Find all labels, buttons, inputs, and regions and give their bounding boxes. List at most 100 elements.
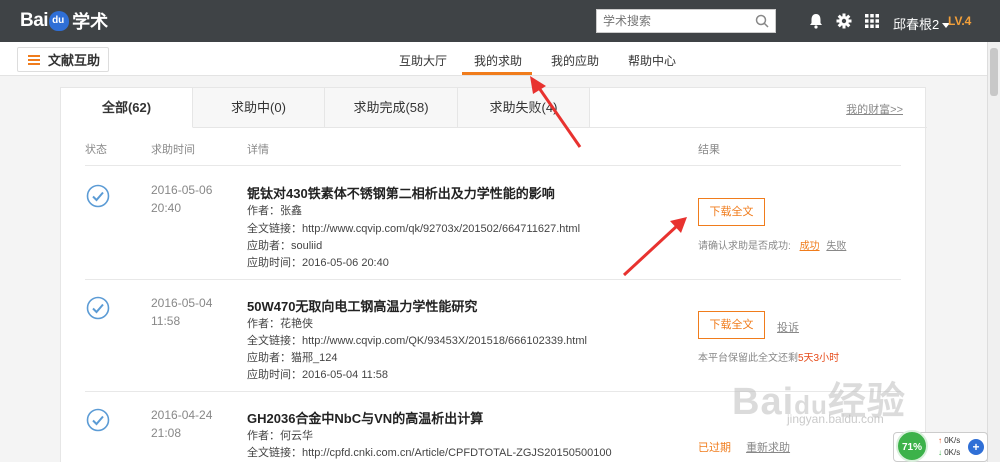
expired-label: 已过期 [698,442,731,454]
my-wealth-link[interactable]: 我的财富>> [846,101,903,117]
menu-icon [28,53,40,67]
request-clock: 21:08 [151,426,182,440]
author-label: 作者： [247,318,280,330]
download-fulltext-button[interactable]: 下载全文 [698,311,765,339]
respond-time-value: 2016-05-06 20:40 [302,257,389,269]
logo-text-bai: Bai [20,10,49,31]
confirm-text: 请确认求助是否成功: [698,241,791,252]
respond-time-line: 应助时间：2016-05-06 20:40 [247,254,389,270]
author-line: 作者：花艳侠 [247,315,313,331]
network-monitor-widget[interactable]: 71% ↑ 0K/s ↓ 0K/s + [893,430,988,462]
tab-all[interactable]: 全部(62) [61,88,193,128]
request-time: 2016-04-24 21:08 [151,406,212,442]
search-input[interactable] [597,10,747,32]
status-tabs: 全部(62) 求助中(0) 求助完成(58) 求助失败(4) 我的财富>> [61,88,927,128]
link-value[interactable]: http://www.cqvip.com/qk/92703x/201502/66… [302,223,580,235]
request-time: 2016-05-04 11:58 [151,294,212,330]
link-value[interactable]: http://cpfd.cnki.com.cn/Article/CPFDTOTA… [302,447,612,459]
username-text: 邱春根2 [893,17,940,32]
request-date: 2016-05-06 [151,183,213,197]
author-line: 作者：张鑫 [247,202,302,218]
link-line: 全文链接：http://www.cqvip.com/QK/93453X/2015… [247,332,587,348]
respond-time-label: 应助时间： [247,257,302,269]
check-circle-icon [86,184,110,208]
re-request-link[interactable]: 重新求助 [746,442,790,454]
search-box [596,9,776,33]
link-label: 全文链接： [247,335,302,347]
responder-label: 应助者： [247,240,291,252]
tab-failed[interactable]: 求助失败(4) [458,88,590,128]
download-fulltext-button[interactable]: 下载全文 [698,198,765,226]
level-badge: LV.4 [948,14,972,28]
responder-value: souliid [291,240,323,252]
paper-title[interactable]: 铌钛对430铁素体不锈钢第二相析出及力学性能的影响 [247,183,555,202]
grid-icon[interactable] [863,12,881,30]
memory-percent: 71% [896,430,928,462]
link-line: 全文链接：http://www.cqvip.com/qk/92703x/2015… [247,220,580,236]
upload-speed: ↑ 0K/s [938,436,961,445]
author-value: 张鑫 [280,205,302,217]
responder-line: 应助者：猫郉_124 [247,349,337,365]
request-clock: 20:40 [151,201,182,215]
paper-title[interactable]: GH2036合金中NbC与VN的高温析出计算 [247,408,483,427]
sub-nav: 文献互助 互助大厅 我的求助 我的应助 帮助中心 [0,42,987,76]
watermark-url: jingyan.baidu.com [787,412,884,426]
link-label: 全文链接： [247,447,302,459]
responder-value: 猫郉_124 [291,352,338,364]
column-detail: 详情 [247,144,269,156]
nav-my-requests[interactable]: 我的求助 [474,52,522,69]
link-label: 全文链接： [247,223,302,235]
request-date: 2016-05-04 [151,296,213,310]
nav-help-hall[interactable]: 互助大厅 [399,52,447,69]
menu-label: 文献互助 [48,53,101,68]
literature-help-menu-button[interactable]: 文献互助 [17,47,109,72]
bell-icon[interactable] [807,12,825,30]
tab-in-progress[interactable]: 求助中(0) [193,88,325,128]
author-label: 作者： [247,430,280,442]
watermark-bai: Bai [732,381,795,423]
respond-time-line: 应助时间：2016-05-04 11:58 [247,366,388,382]
column-status: 状态 [85,144,107,156]
header-divider [85,165,901,166]
column-time: 求助时间 [151,144,195,156]
request-date: 2016-04-24 [151,408,213,422]
responder-label: 应助者： [247,352,291,364]
author-label: 作者： [247,205,280,217]
user-menu[interactable]: 邱春根2 [893,14,951,33]
respond-time-label: 应助时间： [247,369,302,381]
request-time: 2016-05-06 20:40 [151,181,212,217]
complain-link[interactable]: 投诉 [777,319,799,335]
paper-title[interactable]: 50W470无取向电工钢高温力学性能研究 [247,296,477,315]
upload-value: 0K/s [944,436,961,445]
nav-my-responses[interactable]: 我的应助 [551,52,599,69]
author-value: 花艳侠 [280,318,313,330]
respond-time-value: 2016-05-04 11:58 [302,369,389,381]
retention-text: 本平台保留此全文还剩 [698,353,798,364]
check-circle-icon [86,408,110,432]
responder-line: 应助者：souliid [247,237,322,253]
row-divider [85,279,901,280]
request-clock: 11:58 [151,314,181,328]
nav-help-center[interactable]: 帮助中心 [628,52,676,69]
tab-completed[interactable]: 求助完成(58) [325,88,458,128]
confirm-note: 请确认求助是否成功: 成功 失败 [698,237,846,252]
scrollbar-thumb[interactable] [990,48,998,96]
baidu-xueshu-logo[interactable]: Bai 学术 [20,9,108,33]
link-value[interactable]: http://www.cqvip.com/QK/93453X/201518/66… [302,335,587,347]
baidu-paw-icon [49,11,70,31]
author-line: 作者：何云华 [247,427,313,443]
success-link[interactable]: 成功 [800,241,820,252]
search-icon[interactable] [755,14,769,28]
retention-days: 5天3小时 [798,353,840,364]
logo-text-xueshu: 学术 [72,12,109,32]
retention-note: 本平台保留此全文还剩5天3小时 [698,349,839,364]
page-scrollbar[interactable] [987,42,1000,462]
author-value: 何云华 [280,430,313,442]
download-value: 0K/s [944,448,961,457]
fail-link[interactable]: 失败 [826,241,846,252]
nav-active-indicator [462,72,532,75]
plus-icon[interactable]: + [968,439,984,455]
gear-icon[interactable] [835,12,853,30]
link-line: 全文链接：http://cpfd.cnki.com.cn/Article/CPF… [247,444,612,460]
top-bar: Bai 学术 邱春根2 LV.4 [0,0,1000,42]
